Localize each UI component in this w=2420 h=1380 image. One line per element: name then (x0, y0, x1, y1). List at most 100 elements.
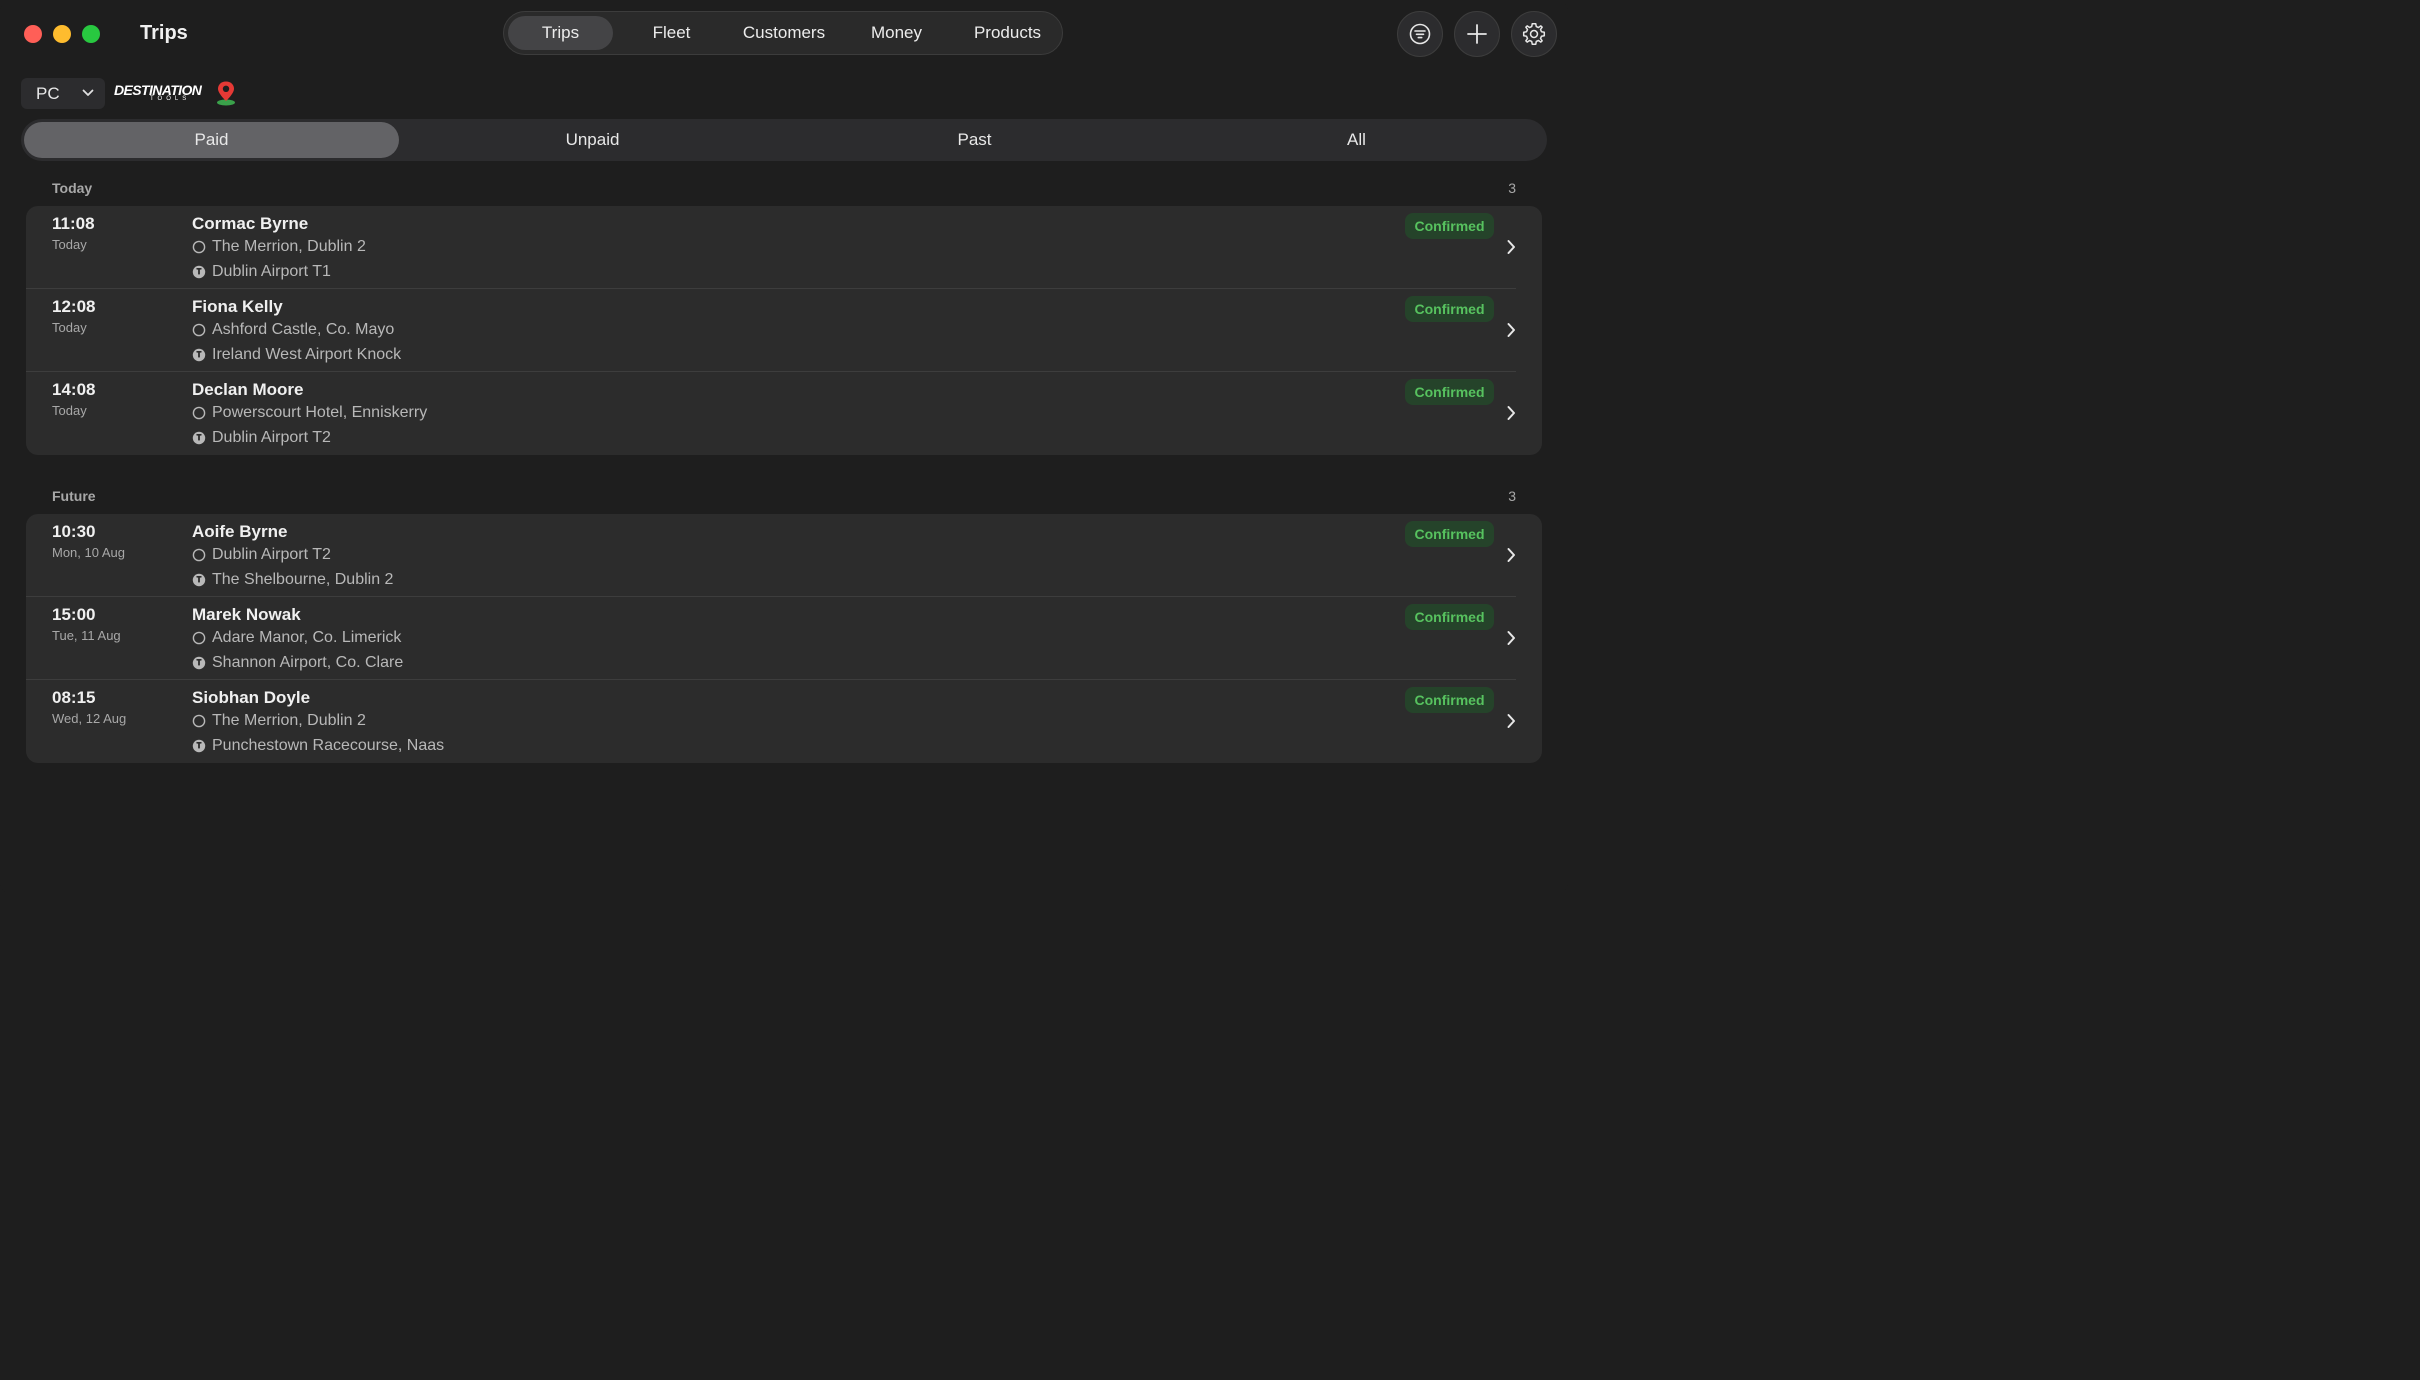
pickup-text: The Merrion, Dublin 2 (212, 238, 366, 255)
window-title: Trips (140, 22, 188, 44)
trip-row[interactable]: 08:15 Wed, 12 Aug Siobhan Doyle The Merr… (26, 680, 1542, 763)
status-badge: Confirmed (1405, 687, 1494, 713)
dropoff-pin-icon (192, 656, 206, 670)
trip-time: 10:30 (52, 522, 96, 541)
chevron-right-icon (1507, 323, 1515, 337)
section-count: 3 (1508, 180, 1516, 196)
nav-tab-customers[interactable]: Customers (730, 16, 838, 50)
trip-time: 12:08 (52, 297, 96, 316)
filter-icon (1409, 23, 1431, 45)
dropoff-location: Shannon Airport, Co. Clare (192, 654, 403, 672)
trip-row[interactable]: 11:08 Today Cormac Byrne The Merrion, Du… (26, 206, 1542, 289)
pickup-circle-icon (192, 406, 206, 420)
chevron-right-icon (1507, 240, 1515, 254)
trip-date: Tue, 11 Aug (52, 628, 121, 643)
customer-name: Cormac Byrne (192, 214, 309, 233)
dropoff-location: Punchestown Racecourse, Naas (192, 737, 444, 755)
customer-name: Siobhan Doyle (192, 688, 311, 707)
trip-time: 15:00 (52, 605, 96, 624)
section-title: Today (52, 180, 93, 196)
close-window-button[interactable] (24, 25, 42, 43)
chevron-right-icon (1507, 631, 1515, 645)
status-badge: Confirmed (1405, 213, 1494, 239)
status-badge: Confirmed (1405, 296, 1494, 322)
trip-row[interactable]: 14:08 Today Declan Moore Powerscourt Hot… (26, 372, 1542, 455)
company-picker-value: PC (36, 83, 60, 103)
maximize-window-button[interactable] (82, 25, 100, 43)
pickup-circle-icon (192, 240, 206, 254)
chevron-down-icon (82, 89, 94, 96)
chevron-right-icon (1507, 406, 1515, 420)
plus-icon (1467, 24, 1487, 44)
filter-paid[interactable]: Paid (24, 122, 399, 158)
trip-row[interactable]: 15:00 Tue, 11 Aug Marek Nowak Adare Mano… (26, 597, 1542, 680)
pickup-circle-icon (192, 631, 206, 645)
trip-date: Today (52, 237, 87, 252)
trip-time: 08:15 (52, 688, 96, 707)
main-nav: Trips Fleet Customers Money Products (503, 11, 1063, 55)
filter-unpaid[interactable]: Unpaid (405, 122, 780, 158)
company-picker[interactable]: PC (21, 78, 105, 109)
settings-button[interactable] (1511, 11, 1557, 57)
pickup-location: The Merrion, Dublin 2 (192, 238, 366, 256)
status-badge: Confirmed (1405, 521, 1494, 547)
section-count: 3 (1508, 488, 1516, 504)
nav-tab-money[interactable]: Money (844, 16, 949, 50)
pickup-text: The Merrion, Dublin 2 (212, 712, 366, 729)
filter-all[interactable]: All (1169, 122, 1544, 158)
filter-button[interactable] (1397, 11, 1443, 57)
status-badge: Confirmed (1405, 379, 1494, 405)
dropoff-location: Dublin Airport T2 (192, 429, 331, 447)
filter-past[interactable]: Past (787, 122, 1162, 158)
trip-list-today: 11:08 Today Cormac Byrne The Merrion, Du… (26, 206, 1542, 455)
trip-date: Wed, 12 Aug (52, 711, 127, 726)
trip-list-future: 10:30 Mon, 10 Aug Aoife Byrne Dublin Air… (26, 514, 1542, 763)
dropoff-text: Dublin Airport T2 (212, 429, 331, 446)
dropoff-text: Dublin Airport T1 (212, 263, 331, 280)
pickup-location: Powerscourt Hotel, Enniskerry (192, 404, 427, 422)
customer-name: Declan Moore (192, 380, 304, 399)
dropoff-pin-icon (192, 739, 206, 753)
nav-tab-trips[interactable]: Trips (508, 16, 613, 50)
pickup-text: Adare Manor, Co. Limerick (212, 629, 402, 646)
trip-row[interactable]: 10:30 Mon, 10 Aug Aoife Byrne Dublin Air… (26, 514, 1542, 597)
gear-icon (1522, 22, 1546, 46)
chevron-right-icon (1507, 714, 1515, 728)
dropoff-pin-icon (192, 265, 206, 279)
section-header-today: Today 3 (52, 180, 1516, 196)
chevron-right-icon (1507, 548, 1515, 562)
dropoff-pin-icon (192, 431, 206, 445)
trip-time: 11:08 (52, 214, 95, 233)
pickup-text: Dublin Airport T2 (212, 546, 331, 563)
pickup-location: Adare Manor, Co. Limerick (192, 629, 401, 647)
dropoff-text: Shannon Airport, Co. Clare (212, 654, 404, 671)
add-trip-button[interactable] (1454, 11, 1500, 57)
trip-row[interactable]: 12:08 Today Fiona Kelly Ashford Castle, … (26, 289, 1542, 372)
trip-time: 14:08 (52, 380, 96, 399)
dropoff-text: Punchestown Racecourse, Naas (212, 737, 445, 754)
section-title: Future (52, 488, 96, 504)
app-window: Trips Trips Fleet Customers Money Produc… (0, 0, 1568, 894)
customer-name: Fiona Kelly (192, 297, 283, 316)
nav-tab-products[interactable]: Products (955, 16, 1060, 50)
dropoff-location: Ireland West Airport Knock (192, 346, 401, 364)
dropoff-text: Ireland West Airport Knock (212, 346, 402, 363)
dropoff-pin-icon (192, 573, 206, 587)
nav-tab-fleet[interactable]: Fleet (619, 16, 724, 50)
trip-date: Today (52, 403, 87, 418)
pickup-circle-icon (192, 714, 206, 728)
trip-date: Today (52, 320, 87, 335)
logo-subtitle: TOOLS (150, 96, 191, 102)
pickup-text: Powerscourt Hotel, Enniskerry (212, 404, 428, 421)
pickup-text: Ashford Castle, Co. Mayo (212, 321, 395, 338)
customer-name: Marek Nowak (192, 605, 301, 624)
pickup-location: The Merrion, Dublin 2 (192, 712, 366, 730)
destination-tools-logo: DESTINATION TOOLS (114, 80, 238, 106)
dropoff-location: The Shelbourne, Dublin 2 (192, 571, 393, 589)
minimize-window-button[interactable] (53, 25, 71, 43)
dropoff-location: Dublin Airport T1 (192, 263, 331, 281)
payment-filter: Paid Unpaid Past All (21, 119, 1547, 161)
section-header-future: Future 3 (52, 488, 1516, 504)
customer-name: Aoife Byrne (192, 522, 288, 541)
dropoff-text: The Shelbourne, Dublin 2 (212, 571, 394, 588)
